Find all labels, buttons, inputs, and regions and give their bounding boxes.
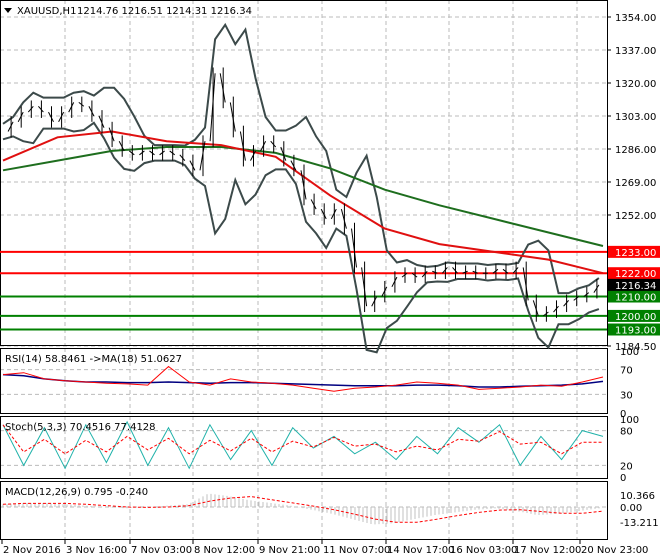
time-axis-label: 17 Nov 12:00 [514, 545, 581, 556]
price-axis-label: 1320.00 [615, 79, 656, 90]
time-axis-label: 14 Nov 17:00 [387, 545, 454, 556]
stoch-title: Stoch(5,3,3) 70.4516 77.4128 [5, 422, 156, 433]
rsi-axis-label: 100 [620, 347, 639, 358]
price-axis-label: 1286.00 [615, 145, 656, 156]
level-price-label: 1222.00 [615, 269, 656, 280]
chart-canvas[interactable]: 1354.00 1337.00 1320.00 1303.00 1286.00 1269.… [0, 0, 660, 560]
rsi-axis-label: 70 [620, 366, 633, 377]
time-axis-label: 8 Nov 12:00 [194, 545, 255, 556]
price-axis-label: 1303.00 [615, 112, 656, 123]
stoch-axis-label: 20 [620, 461, 633, 472]
macd-title: MACD(12,26,9) 0.795 -0.240 [5, 487, 148, 498]
macd-axis-label: 0.00 [620, 503, 642, 514]
chart-window[interactable]: 1354.00 1337.00 1320.00 1303.00 1286.00 1269.… [0, 0, 660, 560]
level-price-label: 1200.00 [615, 312, 656, 323]
time-axis-label: 7 Nov 03:00 [131, 545, 192, 556]
rsi-title: RSI(14) 58.8461 ->MA(18) 51.0627 [5, 354, 182, 365]
time-axis-label: 16 Nov 03:00 [450, 545, 517, 556]
ohlc-values: 1214.76 1216.51 1214.31 1216.34 [77, 6, 252, 17]
time-axis-label: 2 Nov 2016 [3, 545, 61, 556]
level-price-label: 1233.00 [615, 248, 656, 259]
time-axis-label: 11 Nov 07:00 [323, 545, 390, 556]
price-axis-label: 1354.00 [615, 13, 656, 24]
current-price-label: 1216.34 [615, 281, 656, 292]
time-axis-label: 9 Nov 21:00 [259, 545, 320, 556]
level-price-label: 1193.00 [615, 326, 656, 337]
stoch-axis-label: 100 [620, 415, 639, 426]
symbol-label: XAUUSD,H1 [17, 6, 76, 17]
level-price-label: 1210.00 [615, 293, 656, 304]
stoch-axis-label: 0 [620, 473, 626, 484]
bollinger-lower [2, 121, 600, 354]
price-axis-label: 1337.00 [615, 46, 656, 57]
stoch-axis-label: 80 [620, 427, 633, 438]
rsi-axis-label: 30 [620, 390, 633, 401]
macd-axis-label: 10.366 [620, 491, 655, 502]
time-axis-label: 3 Nov 16:00 [66, 545, 127, 556]
macd-axis-label: -13.211 [620, 518, 659, 529]
time-axis-label: 20 Nov 23:00 [581, 545, 648, 556]
collapse-triangle-icon[interactable] [4, 8, 12, 13]
price-axis-label: 1269.00 [615, 178, 656, 189]
price-axis-label: 1252.00 [615, 211, 656, 222]
